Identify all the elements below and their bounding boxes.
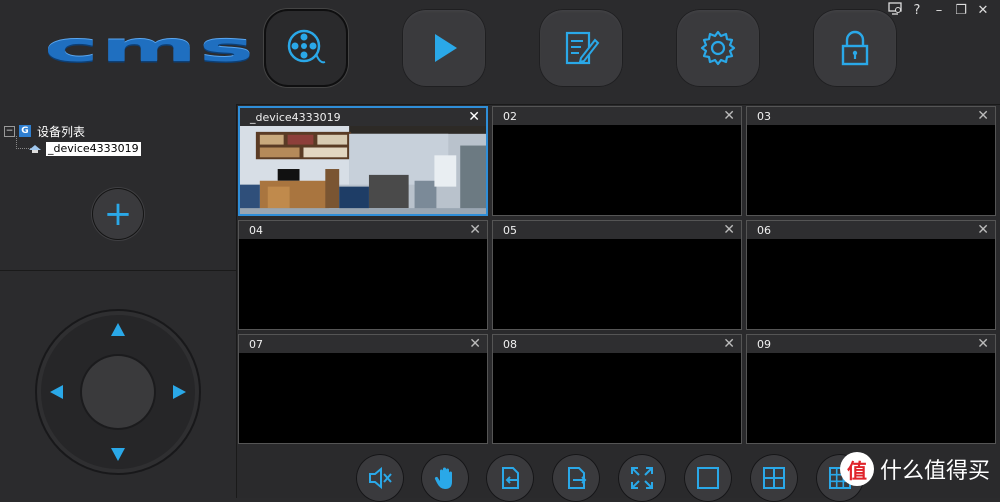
video-cell-body (239, 353, 487, 443)
hand-icon (434, 467, 452, 489)
single-square-icon (697, 467, 719, 489)
cms-logo: cms (44, 24, 256, 71)
video-cell-header: 09 ✕ (747, 335, 995, 353)
camera-icon (29, 145, 41, 153)
film-reel-icon (287, 29, 326, 64)
document-edit-icon (565, 31, 600, 65)
video-cell-body (493, 353, 741, 443)
ptz-center-button[interactable] (82, 356, 154, 428)
video-cell-title: _device4333019 (250, 110, 341, 124)
device-item-label: _device4333019 (46, 142, 141, 156)
video-cell-header: 02 ✕ (493, 107, 741, 125)
video-cell[interactable]: 08 ✕ (492, 334, 742, 444)
restore-button[interactable]: ❐ (954, 3, 968, 19)
panel-divider (0, 270, 236, 271)
speaker-mute-icon (369, 466, 392, 490)
close-icon[interactable]: ✕ (977, 223, 989, 237)
watermark: 值 什么值得买 (839, 452, 990, 486)
page-prev-icon (502, 467, 519, 489)
ptz-right-arrow-icon[interactable] (173, 385, 186, 399)
left-panel: − G 设备列表 _device4333019 + (0, 104, 237, 498)
plus-icon: + (103, 194, 133, 234)
page-next-icon (568, 467, 587, 489)
collapse-icon[interactable]: − (4, 125, 15, 137)
ptz-up-arrow-icon[interactable] (111, 323, 125, 336)
nav-lock-button[interactable] (813, 9, 897, 87)
video-cell-title: 08 (503, 337, 517, 351)
cms-app-window: cms ? – ❐ ✕ − G 设备列表 _device4333019 + _d… (0, 0, 1000, 502)
layout-4-button[interactable] (750, 454, 798, 502)
nav-log-button[interactable] (539, 9, 623, 87)
minimize-button[interactable]: – (932, 3, 946, 19)
close-icon[interactable]: ✕ (469, 337, 481, 351)
ptz-left-arrow-icon[interactable] (50, 385, 63, 399)
video-cell[interactable]: _device4333019 ✕ (238, 106, 488, 216)
video-cell-title: 05 (503, 223, 517, 237)
video-cell-body (747, 239, 995, 329)
video-cell-body (239, 239, 487, 329)
close-icon[interactable]: ✕ (723, 337, 735, 351)
video-cell[interactable]: 02 ✕ (492, 106, 742, 216)
video-cell[interactable]: 05 ✕ (492, 220, 742, 330)
close-button[interactable]: ✕ (976, 3, 990, 19)
video-cell-header: 08 ✕ (493, 335, 741, 353)
quad-grid-icon (763, 467, 785, 489)
window-controls: ? – ❐ ✕ (888, 2, 990, 20)
video-cell-header: 04 ✕ (239, 221, 487, 239)
lock-icon (841, 30, 869, 66)
video-cell-title: 04 (249, 223, 263, 237)
video-cell-body (747, 353, 995, 443)
nav-live-view-button[interactable] (264, 9, 348, 87)
gear-icon (700, 30, 736, 66)
video-cell[interactable]: 03 ✕ (746, 106, 996, 216)
add-device-button[interactable]: + (92, 188, 144, 240)
fullscreen-icon (631, 467, 653, 489)
video-cell-body (747, 125, 995, 215)
video-cell-title: 02 (503, 109, 517, 123)
video-cell-title: 09 (757, 337, 771, 351)
video-cell-title: 07 (249, 337, 263, 351)
video-cell-body (493, 239, 741, 329)
video-cell-header: 06 ✕ (747, 221, 995, 239)
mute-button[interactable] (356, 454, 404, 502)
close-icon[interactable]: ✕ (723, 109, 735, 123)
watermark-badge: 值 (839, 452, 874, 486)
video-cell[interactable]: 07 ✕ (238, 334, 488, 444)
video-cell[interactable]: 09 ✕ (746, 334, 996, 444)
nav-playback-button[interactable] (402, 9, 486, 87)
close-icon[interactable]: ✕ (469, 223, 481, 237)
video-grid: _device4333019 ✕ 02 ✕ 03 ✕ 04 ✕ 05 ✕ 06 ✕ 07 ✕ 08 ✕ 09 ✕ (238, 106, 1000, 446)
fullscreen-button[interactable] (618, 454, 666, 502)
video-cell-title: 03 (757, 109, 771, 123)
top-bar: cms ? – ❐ ✕ (0, 0, 1000, 105)
close-icon[interactable]: ✕ (977, 109, 989, 123)
video-cell-body (493, 125, 741, 215)
previous-page-button[interactable] (486, 454, 534, 502)
camera-feed-image (240, 126, 486, 214)
video-cell-body (240, 126, 486, 214)
close-icon[interactable]: ✕ (977, 337, 989, 351)
help-button[interactable]: ? (910, 3, 924, 19)
device-tree: − G 设备列表 _device4333019 (4, 122, 141, 158)
ptz-down-arrow-icon[interactable] (111, 448, 125, 461)
device-list-label: 设备列表 (37, 124, 86, 139)
video-cell[interactable]: 04 ✕ (238, 220, 488, 330)
ptz-hand-button[interactable] (421, 454, 469, 502)
video-cell-header: _device4333019 ✕ (240, 108, 486, 126)
video-cell-header: 07 ✕ (239, 335, 487, 353)
device-tree-item[interactable]: _device4333019 (28, 140, 141, 158)
play-icon (435, 34, 457, 62)
ptz-control-pad (35, 309, 201, 475)
monitor-icon[interactable] (888, 2, 902, 20)
close-icon[interactable]: ✕ (468, 110, 480, 124)
layout-1-button[interactable] (684, 454, 732, 502)
next-page-button[interactable] (552, 454, 600, 502)
video-cell-title: 06 (757, 223, 771, 237)
video-cell-header: 05 ✕ (493, 221, 741, 239)
nav-settings-button[interactable] (676, 9, 760, 87)
video-cell[interactable]: 06 ✕ (746, 220, 996, 330)
video-cell-header: 03 ✕ (747, 107, 995, 125)
watermark-text: 什么值得买 (879, 459, 990, 484)
close-icon[interactable]: ✕ (723, 223, 735, 237)
